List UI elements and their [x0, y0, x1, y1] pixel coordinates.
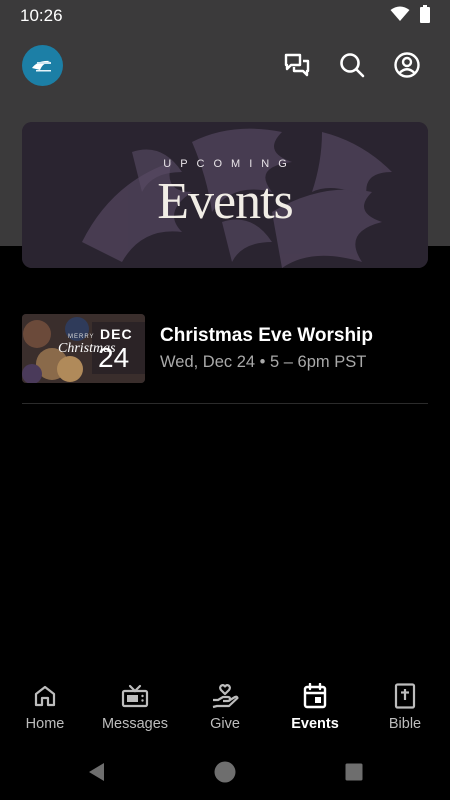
banner-subtitle: UPCOMING	[163, 158, 296, 170]
account-icon[interactable]	[392, 50, 422, 80]
app-header	[0, 40, 450, 92]
system-navigation-bar	[0, 742, 450, 800]
calendar-icon	[301, 682, 329, 710]
nav-label-bible: Bible	[388, 716, 422, 732]
banner-title: Events	[157, 173, 294, 230]
event-list-item[interactable]: MERRY Christmas DEC 24 Christmas Eve Wor…	[22, 313, 428, 383]
nav-item-events[interactable]: Events	[270, 672, 360, 742]
give-hand-icon	[211, 682, 239, 710]
church-logo[interactable]	[22, 45, 63, 86]
search-icon[interactable]	[337, 50, 367, 80]
recents-icon[interactable]	[342, 760, 366, 784]
home-button-icon[interactable]	[213, 760, 237, 784]
nav-label-messages: Messages	[101, 716, 169, 732]
nav-item-bible[interactable]: Bible	[360, 672, 450, 742]
status-icons	[390, 4, 430, 28]
nav-item-home[interactable]: Home	[0, 672, 90, 742]
bottom-navigation: Home Messages Give Events Bible	[0, 672, 450, 742]
event-date: Wed, Dec 24 • 5 – 6pm PST	[160, 352, 367, 371]
wifi-icon	[390, 6, 410, 27]
event-title: Christmas Eve Worship	[160, 324, 373, 346]
status-time: 10:26	[20, 6, 63, 25]
nav-item-give[interactable]: Give	[180, 672, 270, 742]
battery-icon	[420, 4, 430, 28]
nav-label-events: Events	[291, 716, 339, 732]
back-icon[interactable]	[84, 760, 108, 784]
upcoming-events-banner: UPCOMING Events	[22, 122, 428, 268]
bible-icon	[391, 682, 419, 710]
event-thumbnail: MERRY Christmas DEC 24	[22, 313, 145, 383]
home-icon	[31, 682, 59, 710]
thumb-month: DEC	[100, 325, 133, 342]
nav-label-home: Home	[25, 716, 65, 732]
event-text: Christmas Eve Worship Wed, Dec 24 • 5 – …	[160, 325, 373, 372]
nav-label-give: Give	[210, 716, 240, 732]
nav-item-messages[interactable]: Messages	[90, 672, 180, 742]
tv-icon	[121, 682, 149, 710]
chat-icon[interactable]	[282, 50, 312, 80]
list-divider	[22, 403, 428, 404]
status-bar: 10:26	[0, 0, 450, 32]
thumb-small-text: MERRY	[68, 333, 95, 340]
thumb-day: 24	[98, 341, 130, 373]
